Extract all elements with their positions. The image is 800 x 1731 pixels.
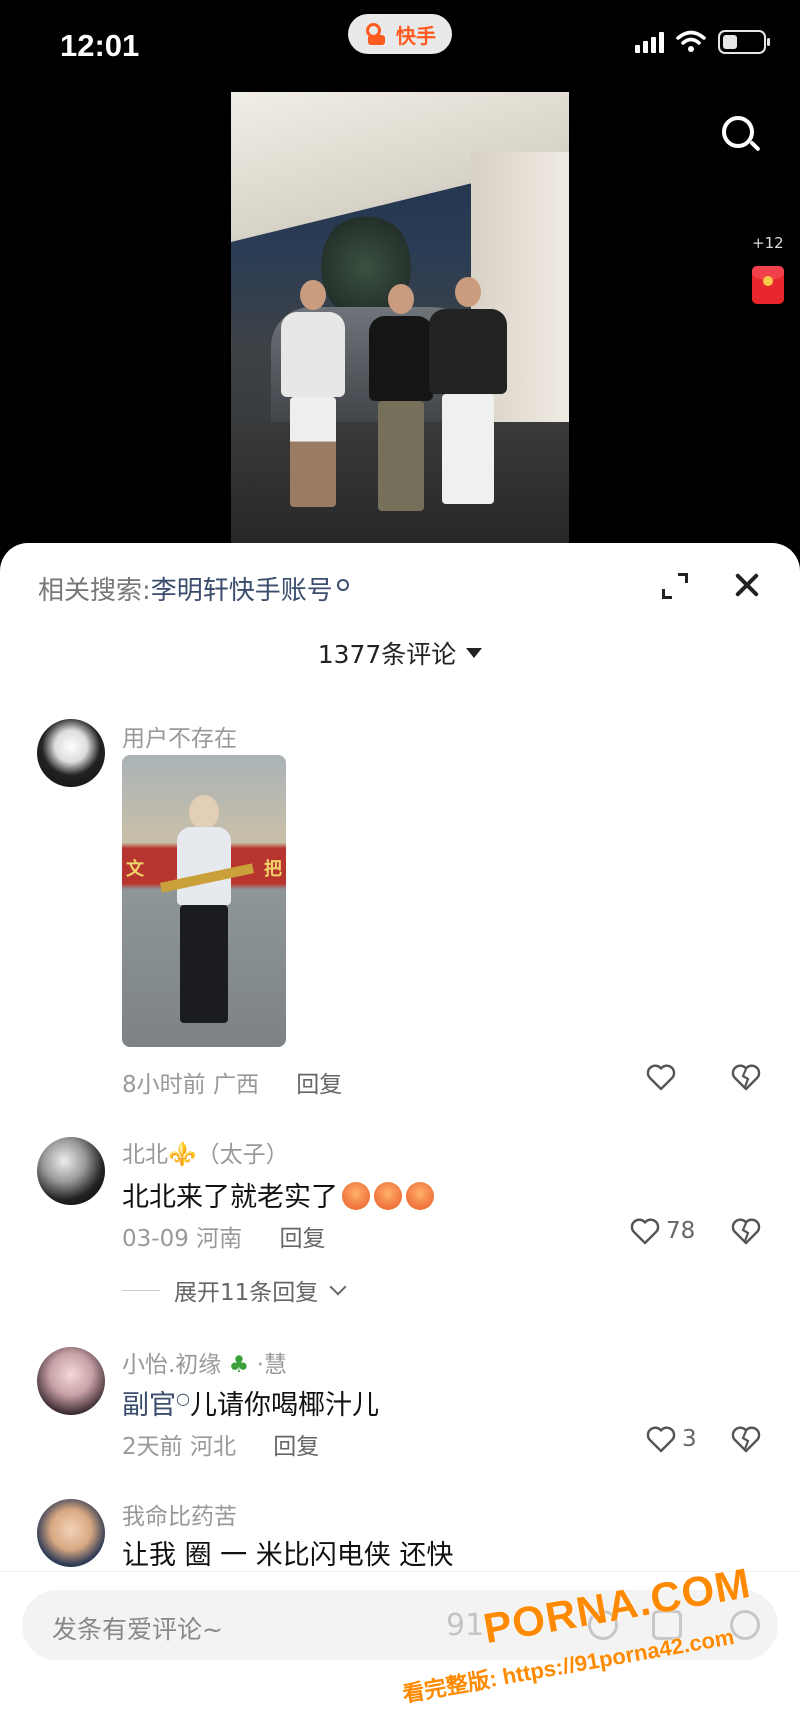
red-packet-icon[interactable] (752, 266, 784, 304)
related-search[interactable]: 相关搜索:李明轩快手账号 (38, 570, 349, 607)
comment-location: 河南 (196, 1226, 243, 1252)
search-icon[interactable] (718, 112, 762, 156)
comment-time: 2天前 (122, 1434, 183, 1460)
signal-icon (635, 31, 664, 53)
expand-replies-button[interactable]: 展开11条回复 (122, 1273, 347, 1307)
heart-icon (646, 1426, 676, 1453)
wifi-icon (676, 30, 706, 52)
battery-icon (718, 30, 770, 54)
sticker-icon[interactable] (730, 1610, 760, 1640)
reply-button[interactable]: 回复 (279, 1226, 325, 1252)
like-count: 78 (666, 1218, 696, 1244)
angry-emoji-icon (342, 1182, 370, 1210)
chevron-down-icon (329, 1278, 347, 1296)
expand-replies-label: 展开11条回复 (174, 1280, 319, 1306)
comment-username[interactable]: 我命比药苦 (122, 1497, 237, 1531)
comment-input[interactable]: 发条有爱评论~ (22, 1590, 778, 1660)
comment-text: 让我 圈 一 米比闪电侠 还快 (122, 1540, 454, 1571)
reply-button[interactable]: 回复 (273, 1434, 319, 1460)
comment-username[interactable]: 小怡.初缘 ♣ ·慧 (122, 1345, 287, 1379)
like-count: 3 (682, 1426, 697, 1452)
angry-emoji-icon (406, 1182, 434, 1210)
angry-emoji-icon (374, 1182, 402, 1210)
comment-username[interactable]: 北北⚜️（太子） (122, 1135, 289, 1169)
person-figure (429, 277, 507, 504)
clover-icon: ♣ (221, 1352, 257, 1378)
close-icon[interactable] (733, 571, 761, 599)
app-name: 快手 (396, 23, 436, 48)
comment-count-sort[interactable]: 1377条评论 (0, 635, 800, 671)
photo-banner-char: 把 (264, 859, 282, 880)
related-query[interactable]: 李明轩快手账号 (151, 576, 333, 606)
search-icon: ○ (176, 1389, 190, 1408)
comment-meta: 8小时前 广西 回复 (122, 1065, 342, 1099)
person-figure (369, 284, 433, 511)
video-area[interactable]: 12:01 快手 +12 (0, 0, 800, 560)
related-label: 相关搜索: (38, 576, 151, 606)
comment-time: 03-09 (122, 1226, 189, 1252)
avatar[interactable] (37, 1499, 105, 1567)
like-button[interactable] (646, 1063, 676, 1091)
photo-banner-char: 文 (126, 859, 144, 880)
comment-location: 广西 (212, 1072, 259, 1098)
heart-icon (646, 1064, 676, 1091)
comment-time: 8小时前 (122, 1072, 206, 1098)
person-figure (281, 280, 345, 507)
comment-username[interactable]: 用户不存在 (122, 719, 237, 753)
reply-button[interactable]: 回复 (296, 1072, 342, 1098)
comment-text: 北北来了就老实了 (122, 1175, 434, 1214)
dislike-icon[interactable] (731, 1217, 761, 1245)
system-icons (635, 30, 770, 54)
dislike-icon[interactable] (731, 1063, 761, 1091)
heart-icon (630, 1218, 660, 1245)
comment-input-placeholder: 发条有爱评论~ (52, 1615, 223, 1644)
like-button[interactable]: 3 (646, 1425, 697, 1453)
image-icon[interactable] (652, 1610, 682, 1640)
expand-icon[interactable] (662, 573, 688, 599)
app-badge[interactable]: 快手 (348, 14, 452, 54)
comment-text: 副官○儿请你喝椰汁儿 (122, 1389, 379, 1421)
emoji-icon[interactable] (588, 1610, 618, 1640)
dislike-icon[interactable] (731, 1425, 761, 1453)
avatar[interactable] (37, 719, 105, 787)
reward-count: +12 (752, 234, 784, 252)
comment-meta: 03-09 河南 回复 (122, 1219, 325, 1253)
comment-sheet: 相关搜索:李明轩快手账号 1377条评论 用户不存在 文 把 8小时前 广西 回… (0, 543, 800, 1731)
status-bar: 12:01 快手 (0, 0, 800, 90)
video-frame[interactable] (231, 92, 569, 552)
comment-image[interactable]: 文 把 (122, 755, 286, 1047)
comment-count: 1377条评论 (317, 640, 457, 669)
avatar[interactable] (37, 1347, 105, 1415)
dropdown-icon (466, 648, 483, 658)
comment-search-link[interactable]: 副官 (122, 1390, 176, 1421)
comment-meta: 2天前 河北 回复 (122, 1427, 319, 1461)
status-time: 12:01 (60, 28, 140, 63)
search-icon (336, 579, 349, 591)
kuaishou-logo-icon (364, 21, 390, 47)
comment-input-bar: 发条有爱评论~ (0, 1571, 800, 1731)
like-button[interactable]: 78 (630, 1217, 695, 1245)
comment-location: 河北 (189, 1434, 236, 1460)
avatar[interactable] (37, 1137, 105, 1205)
